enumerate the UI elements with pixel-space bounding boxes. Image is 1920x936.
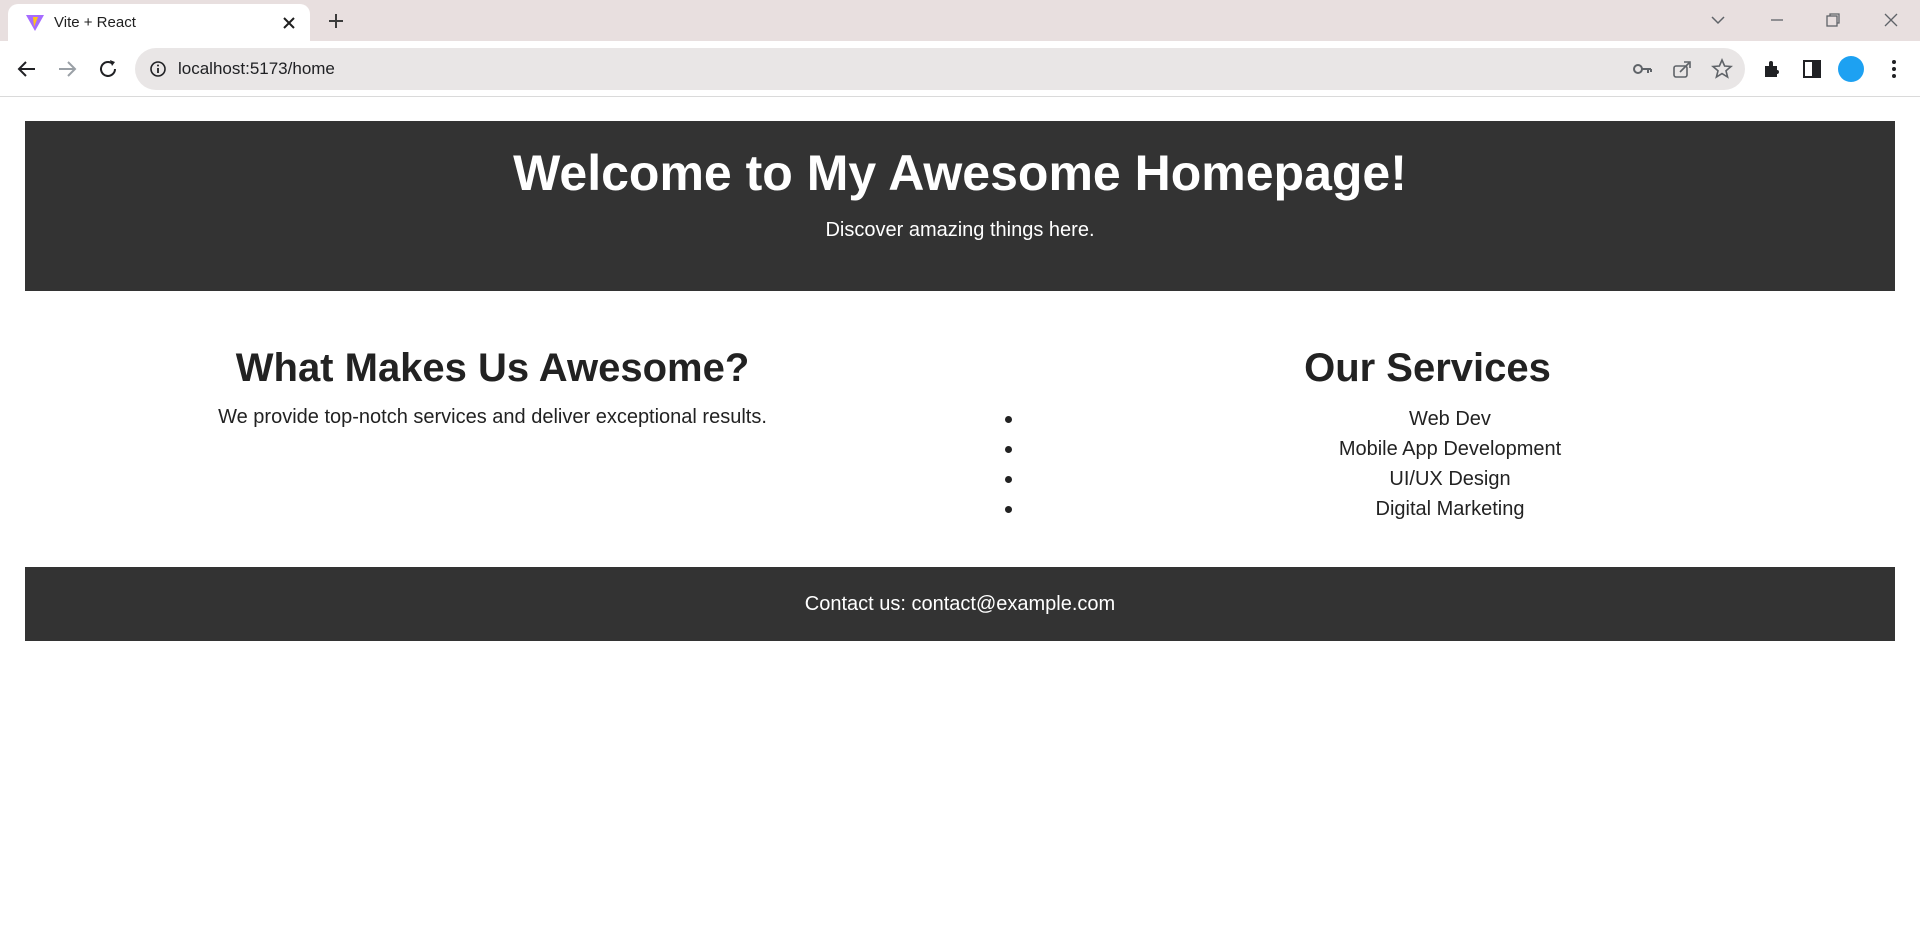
page-content: Welcome to My Awesome Homepage! Discover…: [0, 98, 1920, 936]
bookmark-star-icon[interactable]: [1711, 58, 1733, 80]
forward-arrow-icon[interactable]: [55, 57, 79, 81]
tab-search-chevron-icon[interactable]: [1708, 10, 1728, 30]
close-tab-icon[interactable]: [280, 14, 298, 32]
new-tab-icon[interactable]: [326, 11, 346, 31]
services-heading: Our Services: [1304, 346, 1551, 390]
hero-title: Welcome to My Awesome Homepage!: [513, 145, 1407, 201]
services-list-item: UI/UX Design: [985, 464, 1870, 494]
services-section: Our Services Web Dev Mobile App Developm…: [985, 338, 1870, 524]
about-section: What Makes Us Awesome? We provide top-no…: [25, 338, 960, 430]
browser-toolbar: localhost:5173/home: [0, 41, 1920, 97]
extensions-puzzle-icon[interactable]: [1760, 57, 1784, 81]
key-icon[interactable]: [1631, 58, 1653, 80]
tab-title: Vite + React: [54, 14, 136, 31]
vite-logo-icon: [26, 15, 44, 31]
close-window-icon[interactable]: [1881, 10, 1901, 30]
about-heading: What Makes Us Awesome?: [235, 346, 750, 390]
hero-subtitle: Discover amazing things here.: [825, 219, 1095, 241]
url-text[interactable]: localhost:5173/home: [178, 59, 335, 79]
browser-tab-active[interactable]: Vite + React: [8, 4, 310, 41]
reload-icon[interactable]: [96, 57, 120, 81]
services-list: Web Dev Mobile App Development UI/UX Des…: [985, 404, 1870, 524]
page-footer: Contact us: contact@example.com: [25, 567, 1895, 641]
restore-icon[interactable]: [1823, 10, 1843, 30]
minimize-icon[interactable]: [1767, 10, 1787, 30]
services-list-item: Digital Marketing: [985, 494, 1870, 524]
footer-contact: Contact us: contact@example.com: [804, 593, 1116, 615]
address-bar[interactable]: localhost:5173/home: [135, 48, 1745, 90]
side-panel-icon[interactable]: [1800, 57, 1824, 81]
share-icon[interactable]: [1671, 58, 1693, 80]
services-list-item: Mobile App Development: [985, 434, 1870, 464]
profile-avatar[interactable]: [1838, 56, 1864, 82]
more-menu-icon[interactable]: [1882, 57, 1906, 81]
services-list-item: Web Dev: [985, 404, 1870, 434]
about-text: We provide top-notch services and delive…: [218, 406, 767, 428]
browser-titlebar: Vite + React: [0, 0, 1920, 41]
hero-banner: Welcome to My Awesome Homepage! Discover…: [25, 121, 1895, 291]
back-arrow-icon[interactable]: [15, 57, 39, 81]
site-info-icon[interactable]: [149, 60, 167, 78]
